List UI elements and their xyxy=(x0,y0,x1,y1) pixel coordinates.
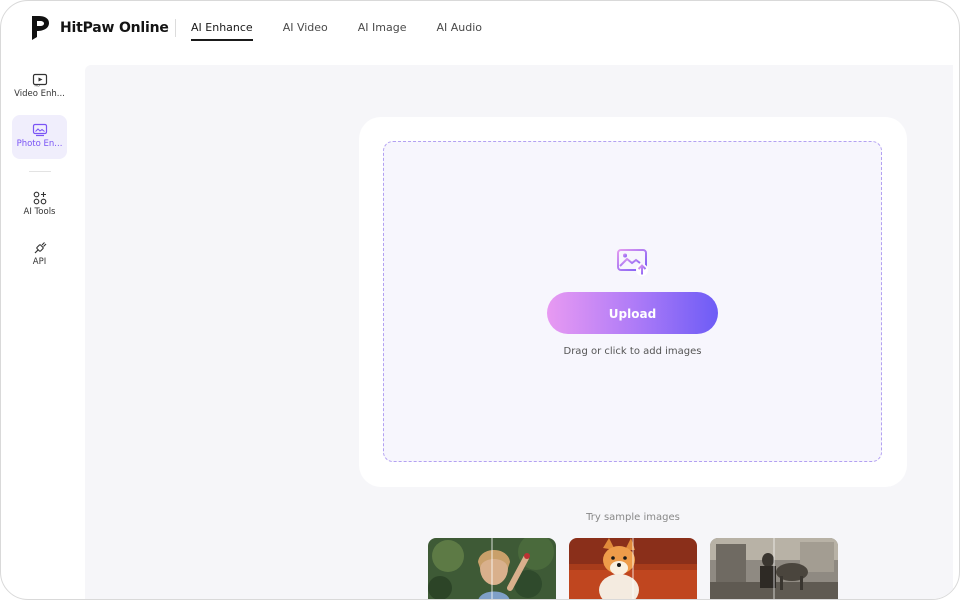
ai-tools-icon xyxy=(33,191,46,205)
sidebar-item-photo-enhance[interactable]: Photo En... xyxy=(12,115,67,159)
app-window: HitPaw Online AI Enhance AI Video AI Ima… xyxy=(0,0,960,600)
sidebar-item-ai-tools[interactable]: AI Tools xyxy=(12,183,67,227)
sidebar-item-label: AI Tools xyxy=(23,207,56,217)
upload-dropzone[interactable]: Upload Drag or click to add images xyxy=(383,141,882,462)
sidebar-item-api[interactable]: API xyxy=(12,233,67,277)
sidebar-item-video-enhance[interactable]: HD Video Enh... xyxy=(12,65,67,109)
hitpaw-logo-icon xyxy=(32,16,49,40)
api-plug-icon xyxy=(34,242,46,254)
sample-vintage-photo xyxy=(710,538,838,599)
sample-dog-photo xyxy=(569,538,697,599)
logo[interactable]: HitPaw Online xyxy=(29,13,169,43)
header-divider xyxy=(175,19,176,37)
sample-girl-photo xyxy=(428,538,556,599)
sidebar-divider xyxy=(29,171,51,172)
upload-button[interactable]: Upload xyxy=(547,292,718,334)
sidebar-item-label: Photo En... xyxy=(16,139,63,149)
top-header: HitPaw Online AI Enhance AI Video AI Ima… xyxy=(1,1,959,57)
upload-card: Upload Drag or click to add images xyxy=(359,117,907,487)
nav-ai-video[interactable]: AI Video xyxy=(283,1,328,57)
photo-enhance-icon xyxy=(32,123,47,137)
samples-title: Try sample images xyxy=(586,512,680,523)
sample-image-dog[interactable] xyxy=(569,538,697,599)
sample-image-girl[interactable] xyxy=(428,538,556,599)
sidebar-item-label: Video Enh... xyxy=(14,89,65,99)
brand-name: HitPaw Online xyxy=(60,20,169,36)
sample-image-vintage[interactable] xyxy=(710,538,838,599)
main-nav: AI Enhance AI Video AI Image AI Audio xyxy=(191,1,512,57)
drop-hint-text: Drag or click to add images xyxy=(563,346,702,357)
sidebar: HD Video Enh... Photo En... AI Tools API xyxy=(1,57,77,599)
nav-ai-image[interactable]: AI Image xyxy=(358,1,407,57)
nav-ai-enhance[interactable]: AI Enhance xyxy=(191,1,253,57)
main-content: Upload Drag or click to add images Try s… xyxy=(85,65,953,599)
video-enhance-icon: HD xyxy=(32,73,47,88)
sidebar-item-label: API xyxy=(32,257,47,267)
image-upload-icon xyxy=(617,249,648,276)
nav-ai-audio[interactable]: AI Audio xyxy=(437,1,483,57)
svg-text:HD: HD xyxy=(34,84,40,88)
